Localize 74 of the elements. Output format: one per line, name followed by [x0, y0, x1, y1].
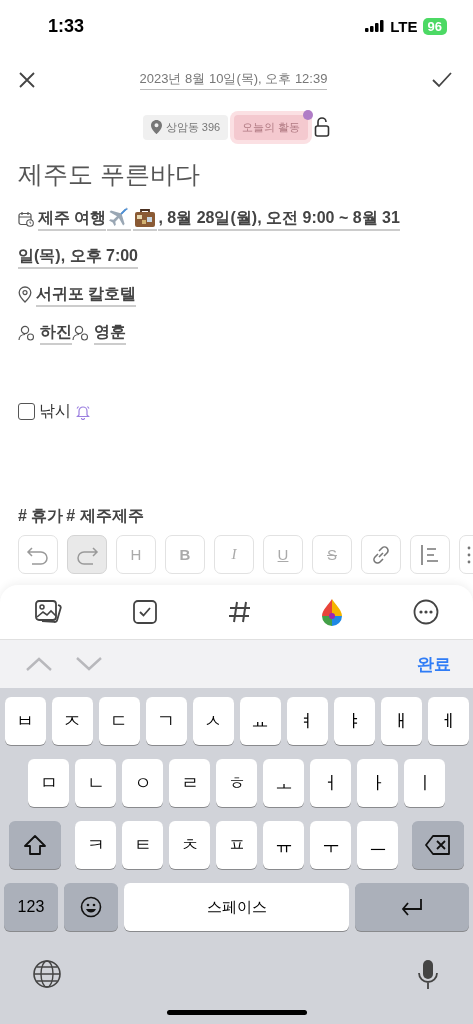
undo-icon	[26, 544, 50, 565]
microphone-icon[interactable]	[417, 959, 439, 991]
quote-button[interactable]	[410, 535, 450, 574]
keyboard-key[interactable]: ㅣ	[404, 759, 445, 807]
network-label: LTE	[390, 17, 418, 35]
keyboard-key[interactable]: ㅅ	[192, 697, 234, 745]
keyboard-key[interactable]: ㅈ	[51, 697, 93, 745]
keyboard-key[interactable]: ㅇ	[122, 759, 163, 807]
keyboard-key[interactable]: ㅐ	[380, 697, 422, 745]
status-time: 1:33	[48, 15, 85, 37]
space-key[interactable]: 스페이스	[123, 883, 350, 931]
hashtag-icon[interactable]	[227, 600, 252, 624]
keyboard-key[interactable]: ㅏ	[357, 759, 398, 807]
smiley-icon	[79, 896, 102, 918]
keyboard-key[interactable]: ㅑ	[333, 697, 375, 745]
date-link[interactable]: 2023년 8월 10일(목), 오후 12:39	[139, 70, 328, 90]
shift-key[interactable]	[9, 821, 61, 869]
keyboard-key[interactable]: ㅂ	[4, 697, 46, 745]
battery-indicator: 96	[422, 17, 447, 35]
calendar-icon	[18, 210, 34, 227]
lock-icon[interactable]	[314, 117, 331, 137]
done-button[interactable]: 완료	[417, 652, 451, 676]
keyboard-key[interactable]: ㅁ	[28, 759, 69, 807]
keyboard-key[interactable]: ㅌ	[122, 821, 163, 869]
keyboard-key[interactable]: ㅜ	[310, 821, 351, 869]
pin-icon	[150, 120, 162, 134]
location-pin-icon	[18, 286, 32, 304]
keyboard-key[interactable]: ㄹ	[169, 759, 210, 807]
event-time[interactable]: , 8월 28일(월), 오전 9:00 ~ 8월 31	[158, 209, 400, 231]
keyboard-key[interactable]: ㅛ	[239, 697, 281, 745]
keyboard-key[interactable]: ㅕ	[286, 697, 328, 745]
person-icon	[72, 324, 90, 341]
keyboard-key[interactable]: ㅍ	[216, 821, 257, 869]
place-link[interactable]: 서귀포 칼호텔	[36, 285, 137, 307]
event-time[interactable]: 일(목), 오후 7:00	[18, 247, 138, 269]
keyboard-key[interactable]: ㅎ	[216, 759, 257, 807]
bell-icon[interactable]	[75, 403, 91, 420]
person-icon	[18, 324, 36, 341]
airplane-icon	[107, 206, 132, 231]
color-drop-icon[interactable]	[321, 598, 344, 626]
hashtag[interactable]: # 제주제주	[66, 506, 144, 527]
keyboard-key[interactable]: ㅗ	[263, 759, 304, 807]
note-title: 제주도 푸른바다	[18, 159, 201, 190]
person-link[interactable]: 영훈	[94, 323, 126, 345]
redo-icon	[75, 544, 99, 565]
keyboard-key[interactable]: ㅔ	[427, 697, 469, 745]
backspace-icon	[425, 835, 451, 855]
numbers-key[interactable]: 123	[4, 883, 58, 931]
close-icon[interactable]	[18, 71, 36, 89]
checkmark-icon[interactable]	[431, 71, 453, 89]
hashtag[interactable]: # 휴가	[18, 506, 64, 527]
keyboard-key[interactable]: ㄴ	[75, 759, 116, 807]
globe-icon[interactable]	[32, 959, 62, 989]
keyboard-key[interactable]: ㄱ	[145, 697, 187, 745]
more-icon[interactable]	[413, 599, 439, 625]
emoji-key[interactable]	[63, 883, 118, 931]
link-button[interactable]	[361, 535, 401, 574]
keyboard-key[interactable]: ㅋ	[75, 821, 116, 869]
keyboard-key[interactable]: ㅓ	[310, 759, 351, 807]
keyboard-key[interactable]: ㅊ	[169, 821, 210, 869]
suitcase-icon	[133, 206, 158, 231]
backspace-key[interactable]	[412, 821, 464, 869]
shift-icon	[24, 835, 46, 855]
person-link[interactable]: 하진	[40, 323, 72, 345]
todo-label: 낚시	[39, 401, 71, 421]
keyboard-key[interactable]: ㄷ	[98, 697, 140, 745]
keyboard-key[interactable]: ㅠ	[263, 821, 304, 869]
gallery-icon[interactable]	[34, 599, 62, 625]
location-chip[interactable]: 상암동 396	[142, 114, 229, 140]
checkbox[interactable]	[18, 403, 35, 420]
event-title[interactable]: 제주 여행	[38, 209, 107, 231]
checkbox-icon[interactable]	[131, 599, 158, 625]
keyboard-key[interactable]: ㅡ	[357, 821, 398, 869]
signal-icon	[365, 20, 386, 32]
